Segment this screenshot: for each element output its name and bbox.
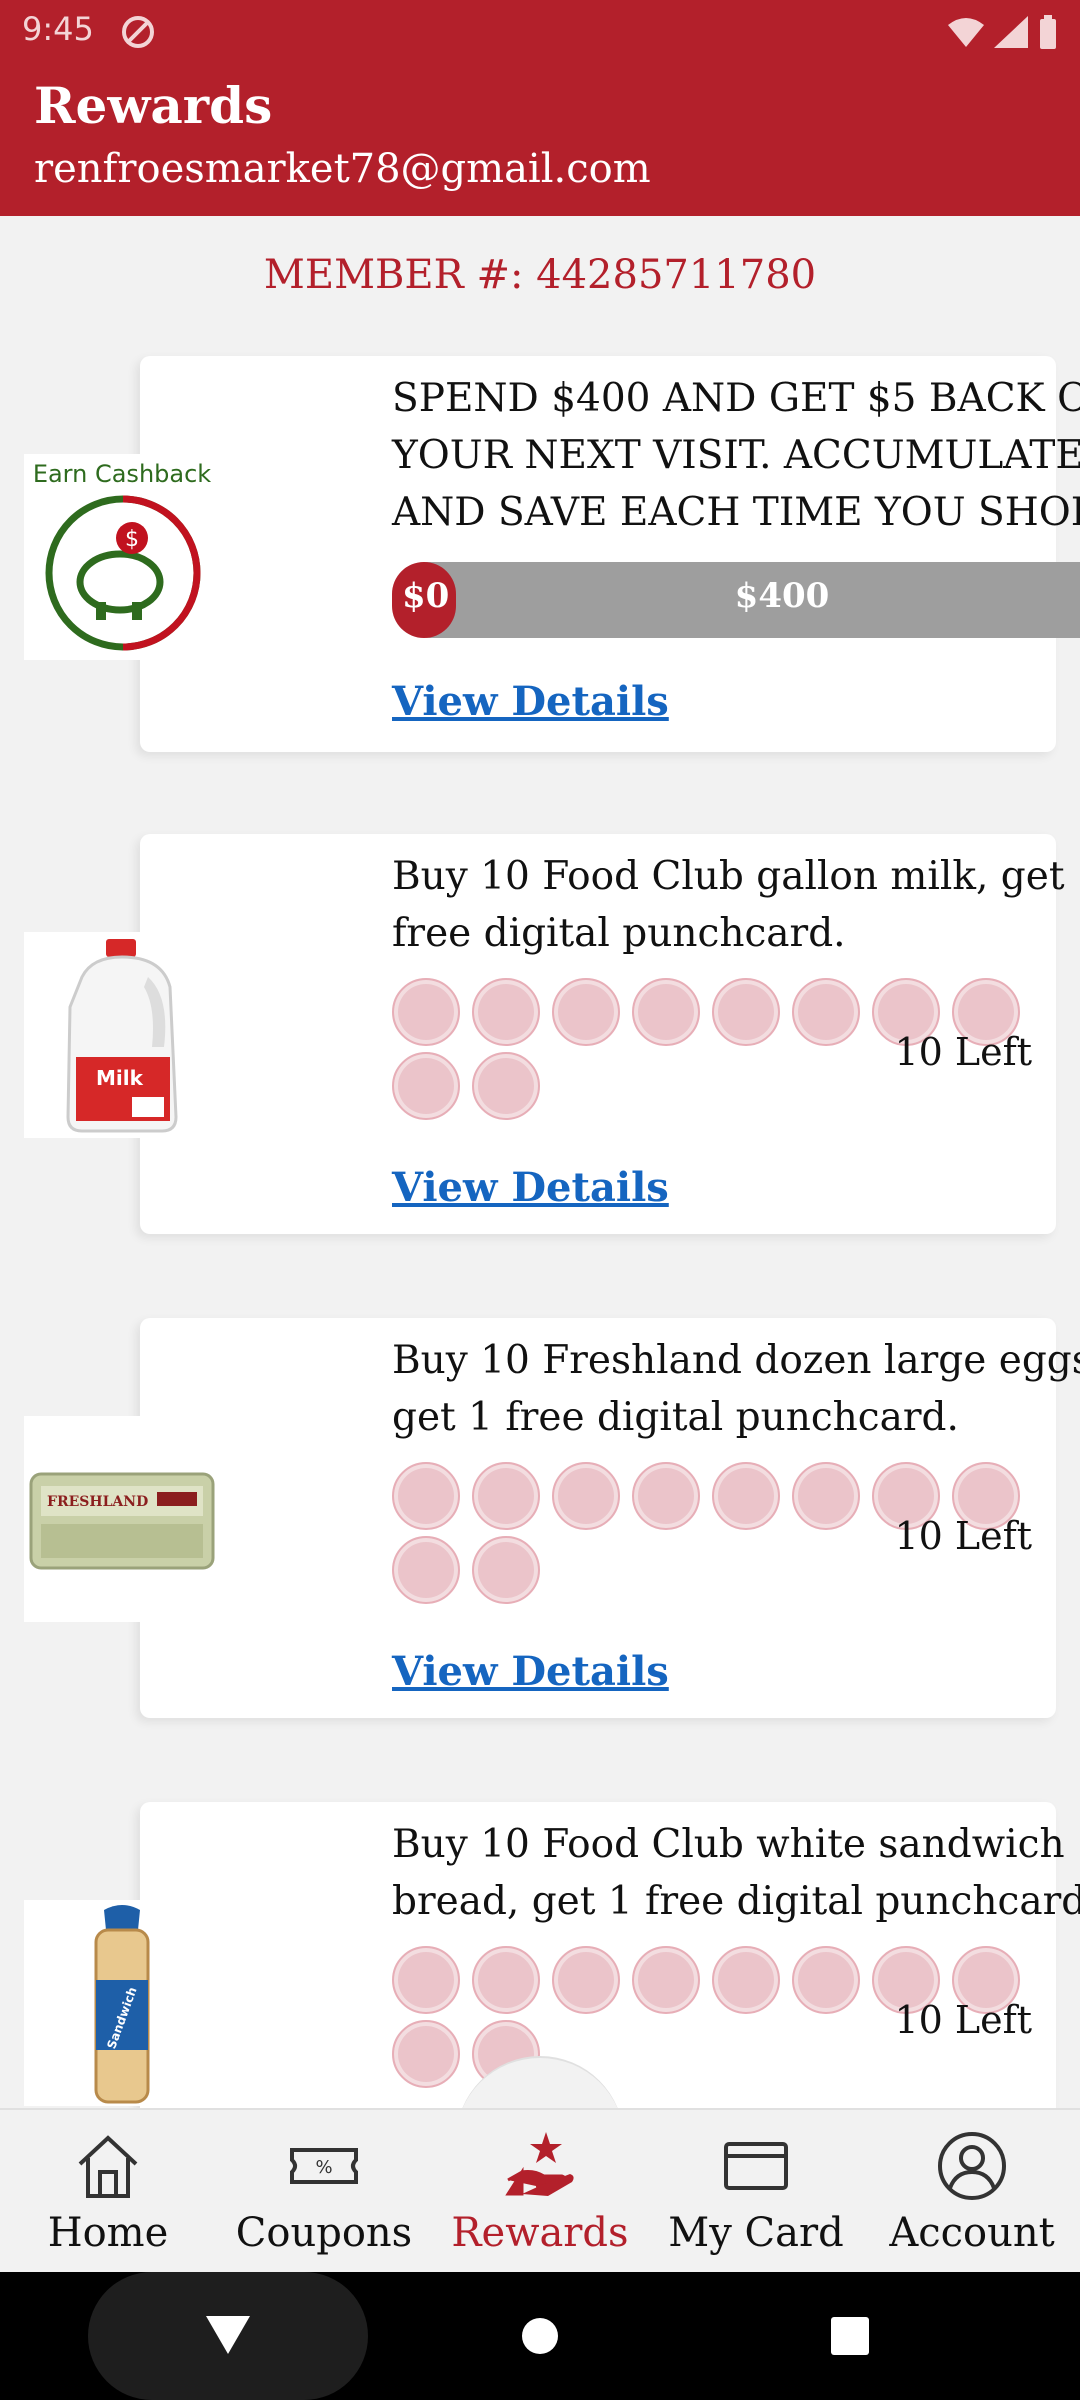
home-icon	[78, 2135, 138, 2198]
punch-circle	[632, 1462, 700, 1530]
punchcard-text: Buy 10 Freshland dozen large eggs, get 1…	[392, 1338, 1080, 1440]
punchcard-milk[interactable]: Milk Buy 10 Food Club gallon milk, get 1…	[24, 834, 1080, 1234]
recents-icon[interactable]	[830, 2316, 870, 2356]
punch-circle	[632, 978, 700, 1046]
dnd-icon	[122, 16, 154, 48]
punch-circle	[392, 1052, 460, 1120]
member-number: MEMBER #: 44285711780	[263, 252, 817, 298]
punches-left-label: 10 Left	[894, 1998, 1033, 2042]
bread-image: Sandwich	[24, 1900, 220, 2106]
view-details-link[interactable]: View Details	[392, 678, 669, 725]
punch-circle	[712, 978, 780, 1046]
account-email: renfroesmarket78@gmail.com	[34, 146, 651, 192]
page-title: Rewards	[34, 76, 273, 135]
back-icon[interactable]	[206, 2316, 250, 2356]
punches-left-label: 10 Left	[894, 1514, 1033, 1558]
punchcard-eggs[interactable]: FRESHLAND Buy 10 Freshland dozen large e…	[24, 1318, 1080, 1718]
nav-home[interactable]: Home	[0, 2110, 216, 2274]
view-details-link[interactable]: View Details	[392, 1648, 669, 1695]
milk-jug-icon: Milk	[66, 939, 178, 1133]
punch-circle	[712, 1462, 780, 1530]
egg-carton-icon: FRESHLAND	[29, 1472, 215, 1570]
piggy-bank-icon: $	[45, 495, 201, 651]
nav-account-label: Account	[889, 2210, 1055, 2256]
nav-my-card-label: My Card	[668, 2210, 844, 2256]
punch-circle	[472, 978, 540, 1046]
punches-left-label: 10 Left	[894, 1030, 1033, 1074]
punch-circle	[472, 1536, 540, 1604]
nav-rewards-label: Rewards	[451, 2210, 629, 2256]
punch-circle	[552, 978, 620, 1046]
status-bar: 9:45	[0, 0, 1080, 64]
punch-circle	[472, 1052, 540, 1120]
app-header: 9:45 Rewards renfroesmarket78@gmail.com	[0, 0, 1080, 216]
svg-text:%: %	[315, 2157, 332, 2178]
cashback-badge: Earn Cashback $	[24, 454, 220, 660]
punchcard-text: Buy 10 Food Club white sandwich bread, g…	[392, 1822, 1080, 1924]
card-icon	[724, 2142, 788, 2190]
punch-circle	[392, 1462, 460, 1530]
nav-coupons[interactable]: % Coupons	[216, 2110, 432, 2274]
punch-circle	[472, 1946, 540, 2014]
svg-text:FRESHLAND: FRESHLAND	[47, 1494, 148, 1510]
cashback-text: SPEND $400 AND GET $5 BACK ON YOUR NEXT …	[392, 376, 1080, 535]
punch-circle	[632, 1946, 700, 2014]
punch-circle	[552, 1462, 620, 1530]
punch-circle	[392, 2020, 460, 2088]
bread-loaf-icon: Sandwich	[94, 1905, 150, 2104]
rewards-icon	[505, 2132, 574, 2196]
punch-circle	[392, 1536, 460, 1604]
bottom-nav: Home % Coupons Rewards My Card Account	[0, 2108, 1080, 2272]
cashback-badge-label: Earn Cashback	[32, 460, 212, 488]
view-details-link[interactable]: View Details	[392, 1164, 669, 1211]
coupon-icon: %	[290, 2148, 358, 2184]
nav-coupons-label: Coupons	[235, 2210, 413, 2256]
svg-text:Milk: Milk	[96, 1066, 144, 1090]
status-time: 9:45	[22, 10, 94, 48]
cashback-progress: $0 $400	[392, 562, 1080, 638]
cashback-card[interactable]: Earn Cashback $ SPEND $400 AND GET $5 BA…	[24, 356, 1080, 752]
home-button-icon[interactable]	[520, 2316, 560, 2356]
svg-text:$: $	[125, 527, 139, 552]
punch-circle	[792, 1946, 860, 2014]
punchcard-text: Buy 10 Food Club gallon milk, get 1 free…	[392, 854, 1080, 956]
wifi-icon	[948, 18, 984, 47]
punch-circle	[792, 1462, 860, 1530]
punch-circle	[392, 978, 460, 1046]
battery-icon	[1040, 15, 1056, 49]
nav-rewards[interactable]: Rewards	[432, 2110, 648, 2274]
nav-home-label: Home	[47, 2210, 169, 2256]
punch-circle	[472, 1462, 540, 1530]
punch-circle	[552, 1946, 620, 2014]
punch-circle	[712, 1946, 780, 2014]
nav-account[interactable]: Account	[864, 2110, 1080, 2274]
progress-end-label: $400	[734, 576, 830, 616]
signal-icon	[994, 16, 1028, 48]
punch-circle	[392, 1946, 460, 2014]
punchcard-bread[interactable]: Sandwich Buy 10 Food Club white sandwich…	[24, 1802, 1080, 2108]
milk-image: Milk	[24, 932, 220, 1138]
account-icon	[938, 2132, 1006, 2200]
punch-circle	[792, 978, 860, 1046]
rewards-list[interactable]: MEMBER #: 44285711780 Earn Cashback $ SP…	[0, 216, 1080, 2108]
eggs-image: FRESHLAND	[24, 1416, 220, 1622]
status-icons	[948, 14, 1058, 50]
nav-my-card[interactable]: My Card	[648, 2110, 864, 2274]
